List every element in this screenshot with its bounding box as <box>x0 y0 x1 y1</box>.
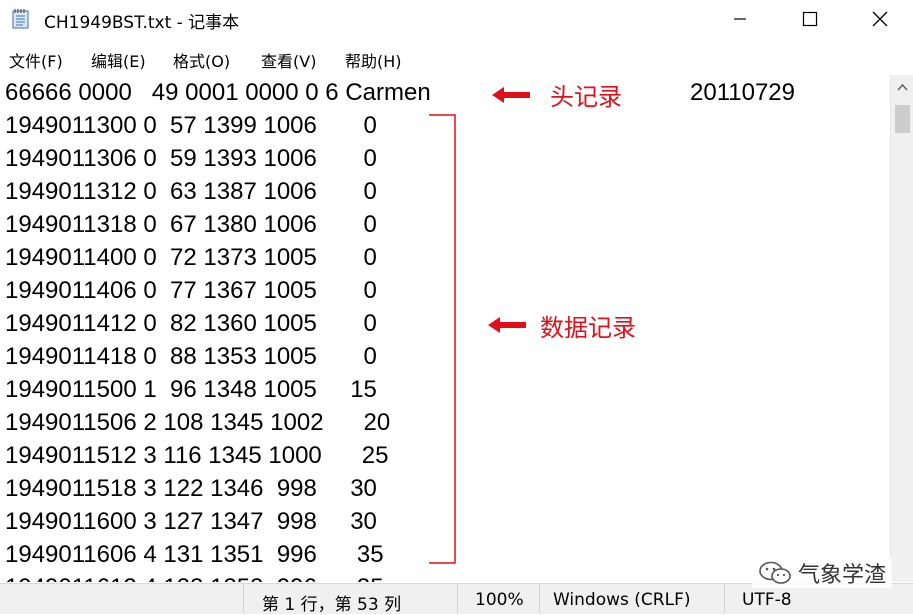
window-title: CH1949BST.txt - 记事本 <box>44 13 240 33</box>
menu-help[interactable]: 帮助(H) <box>345 48 402 72</box>
menu-file[interactable]: 文件(F) <box>9 48 63 72</box>
watermark-text: 气象学渣 <box>798 563 887 588</box>
menu-bar: 文件(F) 编辑(E) 格式(O) 查看(V) 帮助(H) <box>0 40 913 74</box>
vertical-scrollbar[interactable] <box>890 75 913 582</box>
data-line: 1949011312 0 63 1387 1006 0 <box>5 178 377 205</box>
maximize-button[interactable] <box>782 0 838 38</box>
data-record-label: 数据记录 <box>540 314 636 342</box>
close-icon <box>872 11 888 27</box>
notepad-icon <box>12 9 29 29</box>
status-separator <box>243 584 244 614</box>
line-ending: Windows (CRLF) <box>553 590 691 610</box>
title-bar: CH1949BST.txt - 记事本 <box>0 0 913 38</box>
zoom-level: 100% <box>475 590 524 610</box>
status-separator <box>539 584 540 614</box>
left-arrow-icon <box>488 317 526 333</box>
data-line: 1949011318 0 67 1380 1006 0 <box>5 211 377 238</box>
data-line: 1949011600 3 127 1347 998 30 <box>5 508 377 535</box>
header-record-label: 头记录 <box>550 83 622 111</box>
data-line: 1949011306 0 59 1393 1006 0 <box>5 145 377 172</box>
data-line: 1949011500 1 96 1348 1005 15 <box>5 376 377 403</box>
left-arrow-icon <box>492 87 530 103</box>
menu-edit[interactable]: 编辑(E) <box>91 48 146 72</box>
scroll-up-icon[interactable] <box>897 83 908 91</box>
bracket-icon <box>429 114 456 564</box>
maximize-icon <box>802 11 818 27</box>
data-line: 1949011506 2 108 1345 1002 20 <box>5 409 391 436</box>
menu-view[interactable]: 查看(V) <box>261 48 316 72</box>
data-line: 1949011300 0 57 1399 1006 0 <box>5 112 377 139</box>
menu-format[interactable]: 格式(O) <box>173 48 230 72</box>
data-line: 1949011606 4 131 1351 996 35 <box>5 541 384 568</box>
cursor-position: 第 1 行，第 53 列 <box>262 595 402 615</box>
data-line: 1949011412 0 82 1360 1005 0 <box>5 310 377 337</box>
status-separator <box>724 584 725 614</box>
data-line: 1949011400 0 72 1373 1005 0 <box>5 244 377 271</box>
text-editor[interactable]: 66666 0000 49 0001 0000 0 6 Carmen 19490… <box>0 75 890 582</box>
minimize-button[interactable] <box>712 0 768 38</box>
wechat-icon <box>759 561 791 584</box>
header-date: 20110729 <box>690 79 795 106</box>
data-line: 1949011518 3 122 1346 998 30 <box>5 475 377 502</box>
data-line: 1949011512 3 116 1345 1000 25 <box>5 442 389 469</box>
status-separator <box>457 584 458 614</box>
watermark: 气象学渣 <box>752 558 893 588</box>
scrollbar-thumb[interactable] <box>895 105 910 133</box>
data-line: 1949011418 0 88 1353 1005 0 <box>5 343 377 370</box>
data-line: 1949011406 0 77 1367 1005 0 <box>5 277 377 304</box>
data-line: 1949011612 4 133 1353 996 35 <box>5 574 384 582</box>
close-button[interactable] <box>852 0 908 38</box>
header-record-line: 66666 0000 49 0001 0000 0 6 Carmen <box>5 79 431 106</box>
encoding: UTF-8 <box>742 590 792 610</box>
minimize-icon <box>734 18 746 20</box>
